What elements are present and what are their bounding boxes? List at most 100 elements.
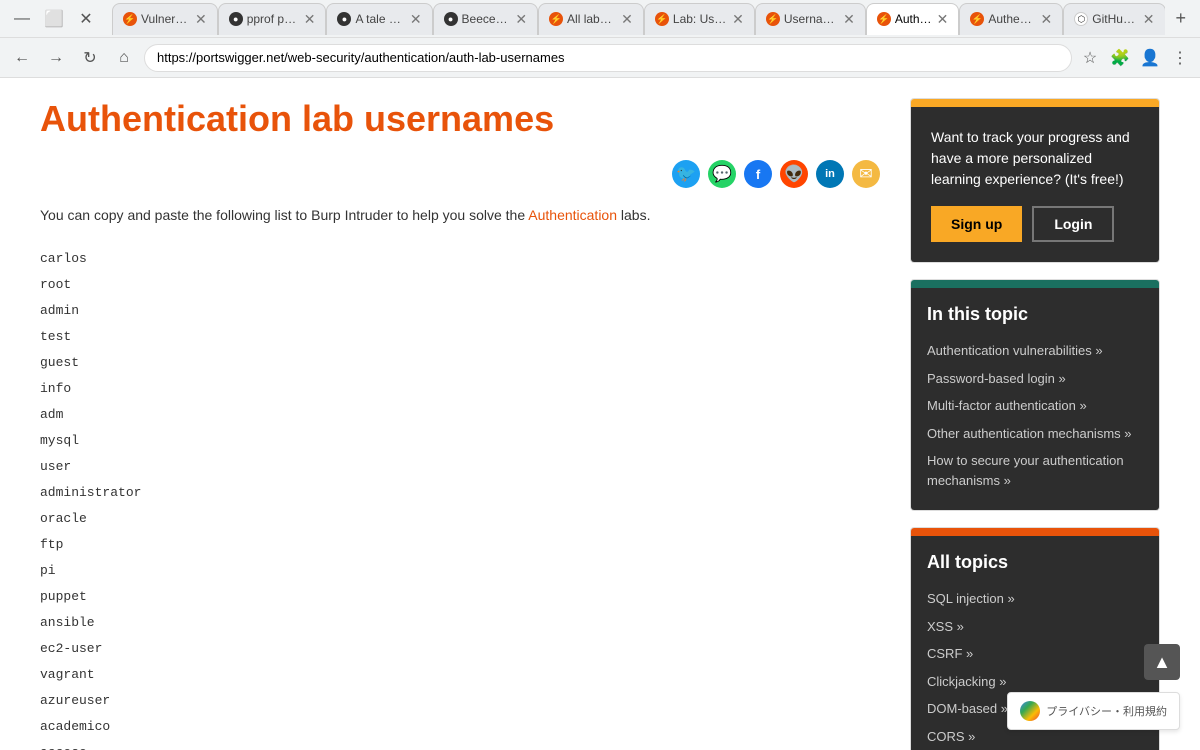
authentication-link[interactable]: Authentication [528,207,617,223]
recaptcha-badge: プライバシー・利用規約 [1007,692,1180,730]
forward-button[interactable]: → [42,44,70,72]
browser-tab-tab6[interactable]: ⚡ Lab: Userna... ✕ [644,3,755,35]
tab-favicon: ⚡ [549,12,563,26]
list-item: ansible [40,610,880,636]
list-item: ec2-user [40,636,880,662]
all-topic-link[interactable]: SQL injection » [927,585,1143,613]
sidebar: Want to track your progress and have a m… [910,98,1160,750]
browser-tab-tab5[interactable]: ⚡ All labs | W... ✕ [538,3,644,35]
bookmark-icon[interactable]: ☆ [1078,46,1102,70]
browser-tab-tab10[interactable]: ⬡GitHub - p...✕ [1063,3,1165,35]
tab-close-button[interactable]: ✕ [843,11,855,28]
reddit-icon[interactable]: 👽 [780,160,808,188]
facebook-icon[interactable]: f [744,160,772,188]
twitter-icon[interactable]: 🐦 [672,160,700,188]
browser-tab-tab8[interactable]: ⚡Authenti...✕ [866,3,960,35]
page-content: Authentication lab usernames 🐦 💬 f 👽 in … [0,78,1200,750]
topic-card-title: In this topic [927,304,1143,325]
topic-link[interactable]: Multi-factor authentication » [927,392,1143,420]
tab-close-button[interactable]: ✕ [410,11,422,28]
tab-close-button[interactable]: ✕ [195,11,207,28]
reload-button[interactable]: ↻ [76,44,104,72]
back-button[interactable]: ← [8,44,36,72]
minimize-button[interactable]: — [8,5,36,33]
tab-close-button[interactable]: ✕ [304,11,316,28]
tab-favicon: ⚡ [655,12,669,26]
tab-close-button[interactable]: ✕ [1143,11,1155,28]
tab-label: All labs | W... [567,12,617,26]
tab-favicon: ● [337,12,351,26]
list-item: guest [40,350,880,376]
login-button[interactable]: Login [1032,206,1114,242]
all-topics-title: All topics [927,552,1143,573]
toolbar-icons: ☆ 🧩 👤 ⋮ [1078,46,1192,70]
browser-tab-tab4[interactable]: ●Beeceptor-...✕ [433,3,539,35]
extensions-icon[interactable]: 🧩 [1108,46,1132,70]
tab-label: pprof packa... [247,12,300,26]
home-button[interactable]: ⌂ [110,44,138,72]
topic-link[interactable]: Password-based login » [927,365,1143,393]
tab-favicon: ⬡ [1074,12,1088,26]
topic-card-header [911,280,1159,288]
tab-close-button[interactable]: ✕ [732,11,744,28]
tab-label: Beeceptor-... [462,12,512,26]
tab-close-button[interactable]: ✕ [515,11,527,28]
email-icon[interactable]: ✉ [852,160,880,188]
browser-titlebar: — ⬜ ✕ ⚡Vulnerabilit...✕●pprof packa...✕●… [0,0,1200,38]
tab-close-button[interactable]: ✕ [621,11,633,28]
progress-card-text: Want to track your progress and have a m… [931,127,1139,190]
list-item: carlos [40,246,880,272]
intro-text: You can copy and paste the following lis… [40,204,880,226]
topic-card-body: In this topic Authentication vulnerabili… [911,288,1159,510]
tab-favicon: ⚡ [970,12,984,26]
social-icons: 🐦 💬 f 👽 in ✉ [40,160,880,188]
scroll-to-top-button[interactable]: ▲ [1144,644,1180,680]
recaptcha-logo [1020,701,1040,721]
new-tab-button[interactable]: + [1169,8,1192,29]
browser-tab-tab7[interactable]: ⚡ Username e... ✕ [755,3,866,35]
progress-card-body: Want to track your progress and have a m… [911,107,1159,262]
topic-card: In this topic Authentication vulnerabili… [910,279,1160,511]
progress-card-buttons: Sign up Login [931,206,1139,242]
signup-button[interactable]: Sign up [931,206,1022,242]
tab-label: Lab: Userna... [673,12,728,26]
all-topic-link[interactable]: CSRF » [927,640,1143,668]
list-item: administrator [40,480,880,506]
browser-tab-tab1[interactable]: ⚡ Vulnerabilit... ✕ [112,3,218,35]
linkedin-icon[interactable]: in [816,160,844,188]
profile-icon[interactable]: 👤 [1138,46,1162,70]
tab-close-button[interactable]: ✕ [937,11,949,28]
username-list: carlosrootadmintestguestinfoadmmysqluser… [40,246,880,750]
tab-favicon: ⚡ [766,12,780,26]
list-item: ftp [40,532,880,558]
maximize-button[interactable]: ⬜ [40,5,68,33]
list-item: info [40,376,880,402]
menu-icon[interactable]: ⋮ [1168,46,1192,70]
browser-tab-tab9[interactable]: ⚡ Authentica... ✕ [959,3,1063,35]
address-input[interactable] [144,44,1072,72]
tab-label: Authentica... [988,12,1036,26]
all-topic-link[interactable]: XSS » [927,613,1143,641]
list-item: vagrant [40,662,880,688]
whatsapp-icon[interactable]: 💬 [708,160,736,188]
page-body: Authentication lab usernames 🐦 💬 f 👽 in … [0,78,1200,750]
topic-link[interactable]: Authentication vulnerabilities » [927,337,1143,365]
topic-link[interactable]: How to secure your authentication mechan… [927,447,1143,494]
progress-card: Want to track your progress and have a m… [910,98,1160,263]
all-topic-link[interactable]: Clickjacking » [927,668,1143,696]
list-item: mysql [40,428,880,454]
list-item: azureuser [40,688,880,714]
close-button[interactable]: ✕ [72,5,100,33]
tabs-bar: ⚡Vulnerabilit...✕●pprof packa...✕●A tale… [112,3,1165,35]
topic-link[interactable]: Other authentication mechanisms » [927,420,1143,448]
tab-label: A tale of cri... [355,12,405,26]
browser-tab-tab2[interactable]: ●pprof packa...✕ [218,3,327,35]
address-bar-row: ← → ↻ ⌂ ☆ 🧩 👤 ⋮ [0,38,1200,78]
recaptcha-text: プライバシー・利用規約 [1046,703,1167,719]
tab-favicon: ⚡ [123,12,137,26]
tab-label: Username e... [784,12,839,26]
main-content: Authentication lab usernames 🐦 💬 f 👽 in … [40,98,880,750]
tab-label: Vulnerabilit... [141,12,191,26]
tab-close-button[interactable]: ✕ [1041,11,1053,28]
browser-tab-tab3[interactable]: ● A tale of cri... ✕ [326,3,432,35]
